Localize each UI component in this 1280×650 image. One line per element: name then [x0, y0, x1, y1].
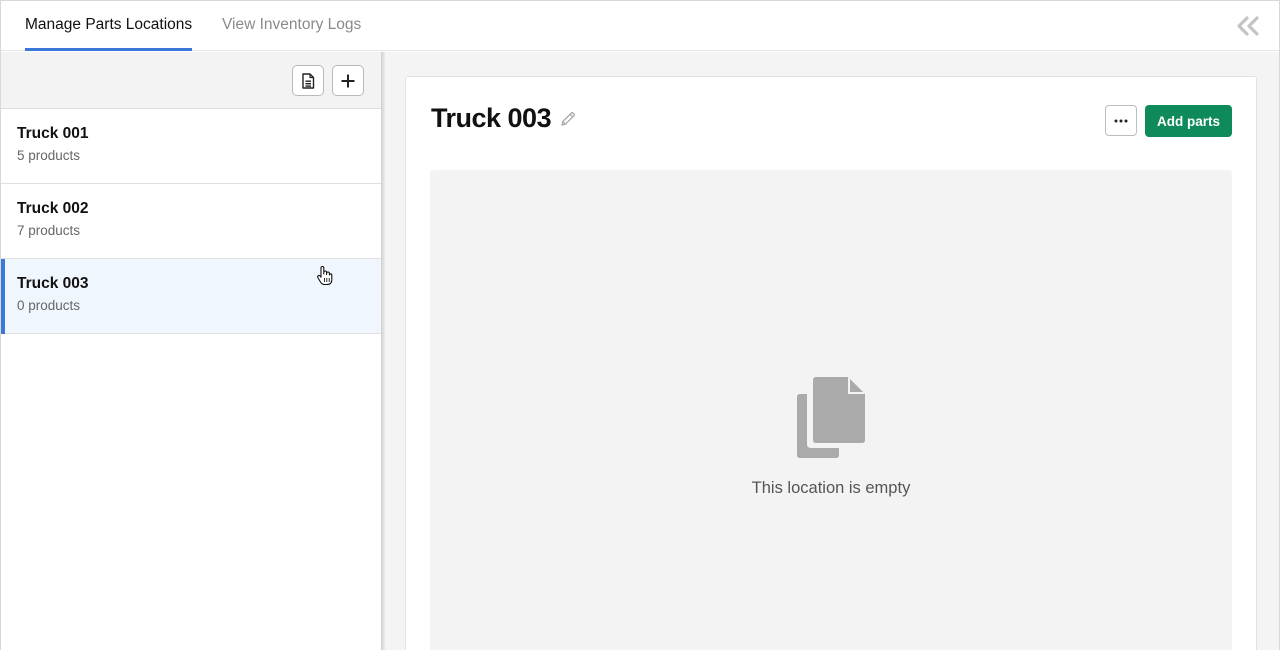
document-icon — [302, 72, 315, 89]
location-detail-card: Truck 003 Add parts This location is emp… — [405, 76, 1257, 650]
hand-cursor-icon — [316, 265, 334, 287]
locations-sidebar: Truck 001 5 products Truck 002 7 product… — [1, 52, 381, 650]
app-window: Manage Parts Locations View Inventory Lo… — [0, 0, 1280, 650]
add-parts-button[interactable]: Add parts — [1145, 105, 1232, 137]
location-item[interactable]: Truck 001 5 products — [1, 109, 381, 184]
add-location-button[interactable] — [332, 65, 364, 96]
page-title: Truck 003 — [431, 103, 552, 133]
export-document-button[interactable] — [292, 65, 324, 96]
location-item[interactable]: Truck 002 7 products — [1, 184, 381, 259]
location-product-count: 5 products — [17, 148, 81, 163]
location-product-count: 7 products — [17, 223, 81, 238]
location-name: Truck 001 — [17, 125, 89, 142]
location-name: Truck 002 — [17, 200, 89, 217]
double-chevron-left-icon[interactable] — [1235, 14, 1261, 38]
plus-icon — [341, 74, 355, 87]
more-options-button[interactable] — [1105, 105, 1137, 136]
location-product-count: 0 products — [17, 298, 81, 313]
empty-state-message: This location is empty — [751, 479, 911, 497]
title-row: Truck 003 — [431, 103, 577, 134]
documents-icon — [797, 377, 865, 458]
location-list: Truck 001 5 products Truck 002 7 product… — [1, 109, 381, 334]
tab-view-inventory-logs[interactable]: View Inventory Logs — [222, 1, 361, 51]
tab-bar: Manage Parts Locations View Inventory Lo… — [1, 1, 1279, 51]
empty-state-panel: This location is empty — [430, 170, 1232, 650]
tab-manage-parts-locations[interactable]: Manage Parts Locations — [25, 1, 193, 51]
more-icon — [1114, 119, 1128, 122]
sidebar-toolbar — [1, 52, 381, 109]
pencil-icon[interactable] — [559, 110, 577, 128]
location-detail-area: Truck 003 Add parts This location is emp… — [385, 52, 1279, 650]
